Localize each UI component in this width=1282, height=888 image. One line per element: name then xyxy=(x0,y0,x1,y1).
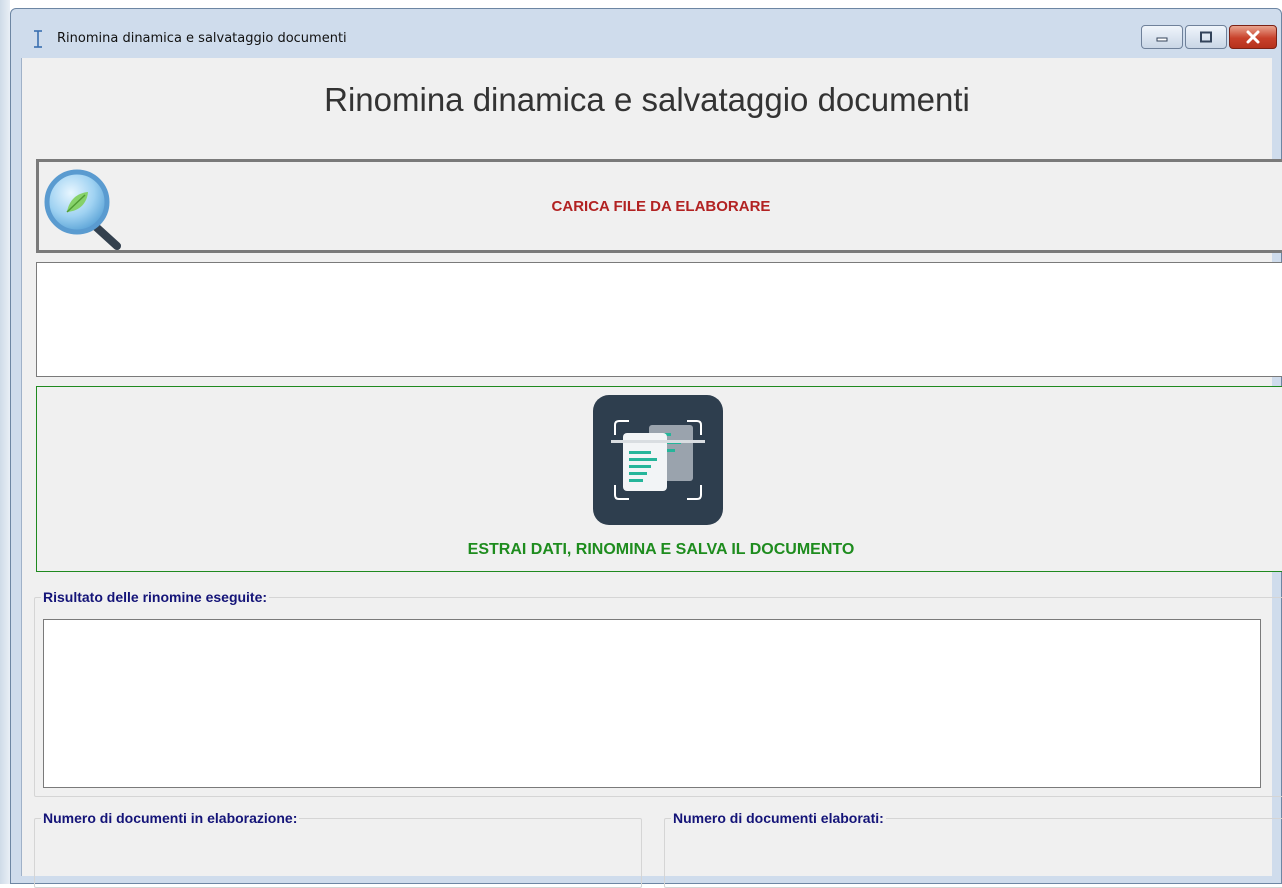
results-textbox[interactable] xyxy=(43,619,1261,788)
minimize-button[interactable] xyxy=(1141,25,1183,49)
maximize-icon xyxy=(1200,31,1212,43)
documents-processed-group: Numero di documenti elaborati: xyxy=(664,810,1282,888)
extract-rename-save-button[interactable]: ESTRAI DATI, RINOMINA E SALVA IL DOCUMEN… xyxy=(36,386,1282,572)
results-group: Risultato delle rinomine eseguite: xyxy=(34,589,1282,797)
load-files-label: CARICA FILE DA ELABORARE xyxy=(551,198,771,215)
extract-rename-save-label: ESTRAI DATI, RINOMINA E SALVA IL DOCUMEN… xyxy=(467,541,855,558)
documents-in-progress-label: Numero di documenti in elaborazione: xyxy=(41,810,300,826)
page-title: Rinomina dinamica e salvataggio document… xyxy=(324,81,970,118)
app-window: Rinomina dinamica e salvataggio document… xyxy=(10,8,1282,888)
app-icon xyxy=(34,30,42,48)
title-bar[interactable]: Rinomina dinamica e salvataggio document… xyxy=(11,9,1281,65)
documents-processed-label: Numero di documenti elaborati: xyxy=(671,810,886,826)
caption-buttons xyxy=(1141,25,1277,49)
client-area: Rinomina dinamica e salvataggio document… xyxy=(21,58,1282,888)
maximize-button[interactable] xyxy=(1185,25,1227,49)
close-icon xyxy=(1246,30,1260,44)
load-files-button[interactable]: CARICA FILE DA ELABORARE xyxy=(36,159,1282,253)
documents-in-progress-group: Numero di documenti in elaborazione: xyxy=(34,810,642,888)
document-scan-icon xyxy=(593,395,723,525)
selected-files-textbox[interactable] xyxy=(36,262,1282,377)
desktop-background xyxy=(0,0,10,884)
close-button[interactable] xyxy=(1229,25,1277,49)
results-group-label: Risultato delle rinomine eseguite: xyxy=(41,589,270,605)
minimize-icon xyxy=(1156,37,1168,42)
window-title: Rinomina dinamica e salvataggio document… xyxy=(57,31,347,46)
